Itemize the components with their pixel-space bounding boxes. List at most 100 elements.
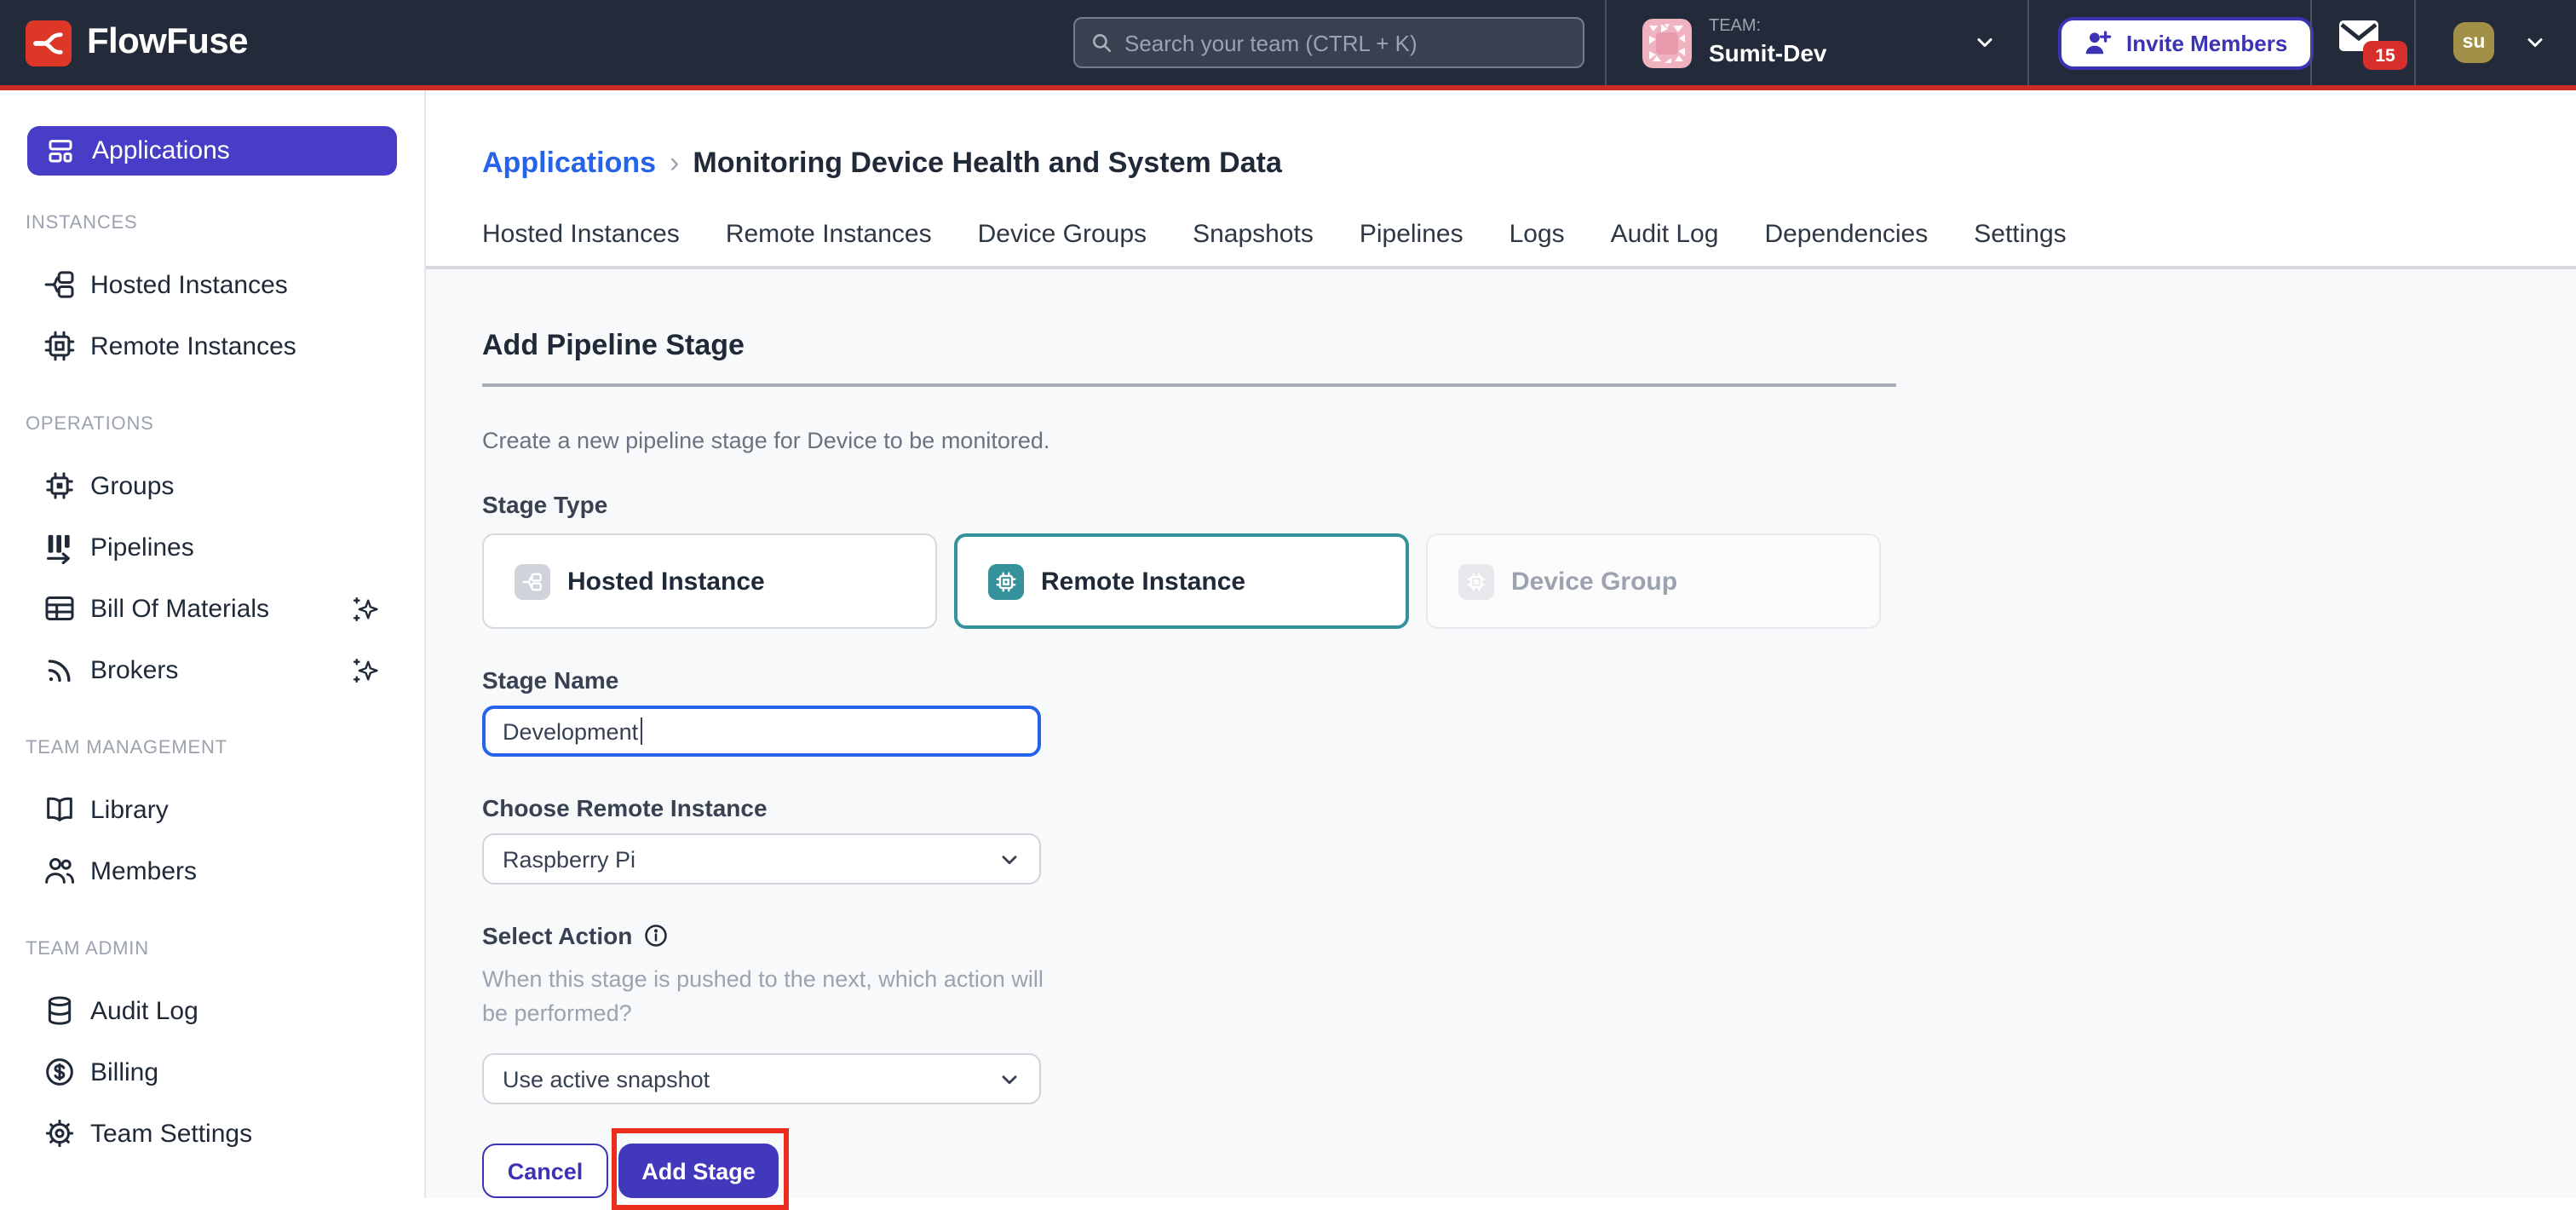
- stage-type-option-label: Remote Instance: [1041, 567, 1245, 596]
- bars-arrow-icon: [43, 530, 77, 564]
- rss-icon: [43, 653, 77, 687]
- cancel-button[interactable]: Cancel: [482, 1144, 608, 1198]
- sidebar-item-label: Library: [90, 795, 169, 824]
- breadcrumb-applications-link[interactable]: Applications: [482, 147, 656, 181]
- team-selector[interactable]: TEAM: Sumit-Dev: [1642, 0, 1826, 85]
- sidebar-item-library[interactable]: Library: [0, 779, 424, 840]
- stage-name-label: Stage Name: [482, 666, 2576, 694]
- stage-type-label: Stage Type: [482, 491, 2576, 518]
- action-value: Use active snapshot: [503, 1066, 710, 1092]
- tab-settings[interactable]: Settings: [1974, 220, 2066, 249]
- grid-layout-icon: [46, 136, 75, 165]
- sidebar-item-label: Groups: [90, 471, 174, 500]
- brand-name: FlowFuse: [87, 22, 248, 63]
- tab-device-groups[interactable]: Device Groups: [978, 220, 1147, 249]
- chip-frame-icon: [1458, 563, 1494, 599]
- chip-icon: [988, 563, 1024, 599]
- sidebar-item-label: Audit Log: [90, 996, 198, 1025]
- open-book-icon: [43, 792, 77, 827]
- tab-audit-log[interactable]: Audit Log: [1611, 220, 1719, 249]
- sidebar-item-label: Team Settings: [90, 1119, 252, 1148]
- search-icon: [1090, 31, 1113, 55]
- main-header: Applications › Monitoring Device Health …: [426, 90, 2576, 269]
- sidebar-item-bill-of-materials[interactable]: Bill Of Materials: [0, 578, 424, 639]
- sidebar-section-instances: INSTANCES: [26, 213, 424, 233]
- breadcrumb-chevron-icon: ›: [670, 147, 679, 181]
- sidebar-item-label: Brokers: [90, 655, 178, 684]
- submit-wrap: Add Stage: [618, 1144, 779, 1198]
- user-avatar[interactable]: su: [2453, 22, 2494, 63]
- sidebar-item-members[interactable]: Members: [0, 840, 424, 902]
- table-icon: [43, 591, 77, 625]
- stage-name-value: Development: [503, 718, 638, 744]
- remote-instance-select[interactable]: Raspberry Pi: [482, 833, 1041, 884]
- form-actions: Cancel Add Stage: [482, 1144, 2576, 1198]
- sidebar-item-label: Members: [90, 856, 197, 885]
- chip-icon: [43, 329, 77, 363]
- sidebar-item-pipelines[interactable]: Pipelines: [0, 516, 424, 578]
- chevron-down-icon[interactable]: [1973, 32, 1997, 53]
- page-title: Monitoring Device Health and System Data: [693, 147, 1282, 181]
- sparkles-icon: [349, 654, 382, 686]
- sidebar-section-team-admin: TEAM ADMIN: [26, 939, 424, 959]
- team-meta: TEAM: Sumit-Dev: [1709, 17, 1826, 68]
- sidebar-item-label: Billing: [90, 1057, 158, 1086]
- team-name: Sumit-Dev: [1709, 38, 1826, 68]
- sidebar-item-applications[interactable]: Applications: [27, 126, 397, 176]
- action-select[interactable]: Use active snapshot: [482, 1053, 1041, 1104]
- tab-snapshots[interactable]: Snapshots: [1193, 220, 1314, 249]
- remote-instance-value: Raspberry Pi: [503, 846, 635, 872]
- form-title: Add Pipeline Stage: [482, 329, 2576, 363]
- navbar-divider: [1605, 0, 1607, 85]
- stage-type-hosted-instance[interactable]: Hosted Instance: [482, 533, 937, 629]
- add-stage-button[interactable]: Add Stage: [618, 1144, 779, 1198]
- breadcrumb: Applications › Monitoring Device Health …: [482, 147, 2576, 181]
- sidebar-item-remote-instances[interactable]: Remote Instances: [0, 315, 424, 377]
- sidebar-item-label: Applications: [92, 136, 230, 165]
- stage-name-input[interactable]: Development: [482, 706, 1041, 757]
- tab-dependencies[interactable]: Dependencies: [1764, 220, 1928, 249]
- stage-type-option-label: Hosted Instance: [567, 567, 765, 596]
- stage-type-option-label: Device Group: [1511, 567, 1677, 596]
- search-input[interactable]: [1124, 30, 1567, 55]
- sidebar-item-team-settings[interactable]: Team Settings: [0, 1103, 424, 1164]
- notification-badge: 15: [2363, 41, 2407, 70]
- chevron-down-icon[interactable]: [2523, 32, 2547, 53]
- chip-frame-icon: [43, 469, 77, 503]
- tab-remote-instances[interactable]: Remote Instances: [726, 220, 932, 249]
- brand[interactable]: FlowFuse: [0, 20, 248, 66]
- sidebar-item-billing[interactable]: Billing: [0, 1041, 424, 1103]
- team-search[interactable]: [1073, 17, 1584, 68]
- notifications-button[interactable]: 15: [2339, 20, 2407, 72]
- tab-bar: Hosted Instances Remote Instances Device…: [482, 220, 2576, 249]
- sidebar-item-brokers[interactable]: Brokers: [0, 639, 424, 700]
- sidebar-section-team-management: TEAM MANAGEMENT: [26, 738, 424, 758]
- branch-nodes-icon: [43, 268, 77, 302]
- info-icon[interactable]: [642, 922, 670, 949]
- sidebar: Applications INSTANCES Hosted Instances …: [0, 90, 426, 1198]
- navbar-divider: [2310, 0, 2312, 85]
- invite-members-button[interactable]: Invite Members: [2058, 17, 2313, 70]
- tab-logs[interactable]: Logs: [1509, 220, 1565, 249]
- navbar-divider: [2414, 0, 2416, 85]
- sidebar-item-audit-log[interactable]: Audit Log: [0, 980, 424, 1041]
- tab-hosted-instances[interactable]: Hosted Instances: [482, 220, 680, 249]
- person-plus-icon: [2084, 31, 2113, 56]
- form-panel: Add Pipeline Stage Create a new pipeline…: [426, 269, 2576, 1198]
- text-cursor: [640, 717, 642, 745]
- sparkles-icon: [349, 592, 382, 625]
- tab-pipelines[interactable]: Pipelines: [1360, 220, 1463, 249]
- sidebar-item-groups[interactable]: Groups: [0, 455, 424, 516]
- stage-type-remote-instance[interactable]: Remote Instance: [954, 533, 1409, 629]
- sidebar-section-operations: OPERATIONS: [26, 414, 424, 435]
- branch-nodes-icon: [515, 563, 550, 599]
- sidebar-item-hosted-instances[interactable]: Hosted Instances: [0, 254, 424, 315]
- remote-instance-label: Choose Remote Instance: [482, 794, 2576, 821]
- invite-members-label: Invite Members: [2126, 31, 2287, 56]
- flowfuse-logo-icon: [26, 20, 72, 66]
- gear-icon: [43, 1116, 77, 1150]
- dollar-circle-icon: [43, 1055, 77, 1089]
- sidebar-item-label: Hosted Instances: [90, 270, 288, 299]
- users-icon: [43, 854, 77, 888]
- stage-type-device-group: Device Group: [1426, 533, 1881, 629]
